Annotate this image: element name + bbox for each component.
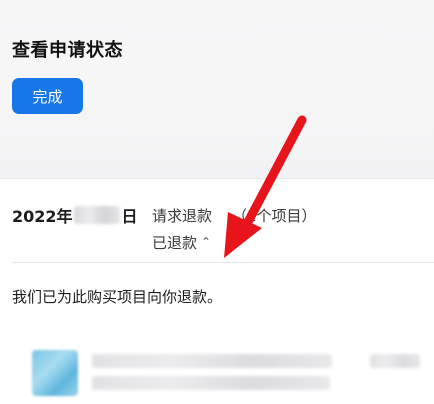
- date-suffix: 日: [121, 207, 138, 226]
- header: 查看申请状态 完成: [0, 0, 434, 178]
- item-price-redacted: [370, 354, 420, 368]
- chevron-up-icon: ⌃: [201, 235, 212, 249]
- purchase-date: 2022年 日: [12, 204, 138, 226]
- date-prefix: 2022年: [12, 207, 73, 226]
- refund-message: 我们已为此购买项目向你退款。: [12, 287, 223, 306]
- date-redacted: [73, 206, 120, 224]
- header-divider: [0, 178, 434, 179]
- done-button[interactable]: 完成: [12, 78, 83, 114]
- refund-status-toggle[interactable]: 已退款 ⌃: [152, 231, 211, 253]
- item-subtitle-redacted: [92, 376, 330, 390]
- item-title-redacted: [92, 354, 332, 368]
- items-count: （1个项目）: [232, 206, 317, 225]
- refund-status-label: 已退款: [152, 233, 198, 252]
- page-title: 查看申请状态: [12, 40, 123, 61]
- request-refund-label: 请求退款: [152, 206, 213, 225]
- app-icon: [32, 350, 78, 396]
- section-divider: [12, 262, 434, 263]
